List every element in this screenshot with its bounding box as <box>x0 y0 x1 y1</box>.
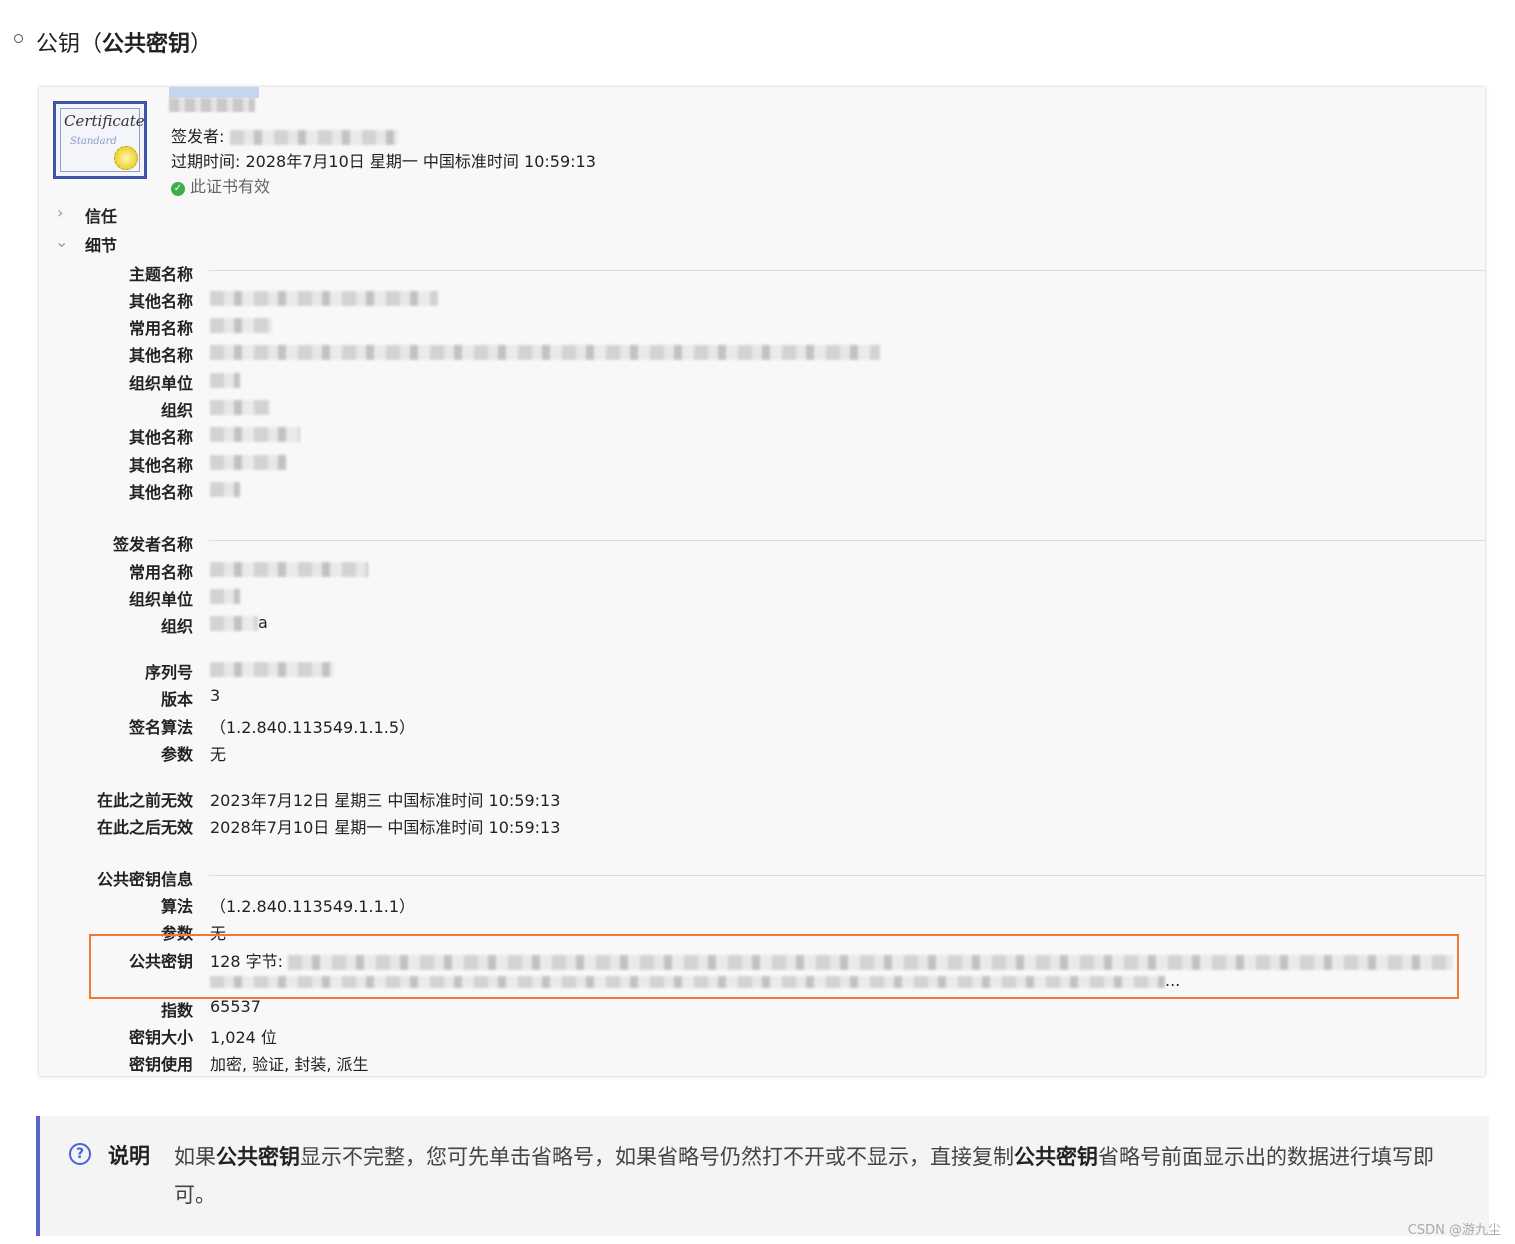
version-label: 版本 <box>160 690 193 709</box>
issuer-line: 签发者: <box>171 123 398 147</box>
key-usage-label: 密钥使用 <box>128 1055 193 1074</box>
divider <box>209 540 1485 541</box>
redacted-value <box>210 373 240 388</box>
sigalg-label: 签名算法 <box>128 718 193 737</box>
certificate-screenshot: Certificate Standard 签发者: 过期时间: 2028年7月1… <box>39 87 1485 1076</box>
field-label: 组织 <box>160 401 193 420</box>
redacted-value <box>210 427 300 442</box>
note-text: 如果公共密钥显示不完整，您可先单击省略号，如果省略号仍然打不开或不显示，直接复制… <box>174 1145 1434 1207</box>
field-label: 其他名称 <box>128 292 193 311</box>
field-label: 其他名称 <box>128 483 193 502</box>
redacted-value <box>210 291 438 306</box>
subject-header: 主题名称 <box>128 265 193 284</box>
certificate-icon: Certificate Standard <box>53 101 147 179</box>
divider <box>209 875 1485 876</box>
details-disclosure[interactable]: ⌄ 细节 <box>55 232 117 256</box>
seal-icon <box>114 146 138 170</box>
list-bullet <box>14 34 23 43</box>
title-bar <box>169 87 259 98</box>
exponent-value: 65537 <box>210 997 261 1016</box>
expiry-line: 过期时间: 2028年7月10日 星期一 中国标准时间 10:59:13 <box>171 152 596 171</box>
field-label: 常用名称 <box>128 563 193 582</box>
not-before-label: 在此之前无效 <box>96 791 193 810</box>
redacted-value <box>210 400 270 415</box>
params-value: 无 <box>210 745 227 764</box>
public-key-highlight <box>89 934 1459 999</box>
redacted-value <box>229 130 398 145</box>
field-label: 其他名称 <box>128 346 193 365</box>
redacted-value <box>210 662 334 677</box>
key-size-label: 密钥大小 <box>128 1028 193 1047</box>
params-label: 参数 <box>160 745 193 764</box>
version-value: 3 <box>210 686 221 705</box>
field-label: 常用名称 <box>128 319 193 338</box>
alg-value: （1.2.840.113549.1.1.1） <box>210 897 416 916</box>
valid-status: ✓ 此证书有效 <box>171 173 270 197</box>
pubkey-header: 公共密钥信息 <box>96 870 193 889</box>
redacted-value <box>210 318 272 333</box>
key-size-value: 1,024 位 <box>210 1028 277 1047</box>
question-icon: ? <box>69 1143 91 1165</box>
check-icon: ✓ <box>171 182 185 196</box>
divider <box>209 270 1485 271</box>
note-callout: ? 说明 如果公共密钥显示不完整，您可先单击省略号，如果省略号仍然打不开或不显示… <box>36 1116 1489 1236</box>
section-heading: 公钥（公共密钥） <box>36 32 213 57</box>
sigalg-value: （1.2.840.113549.1.1.5） <box>210 718 416 737</box>
redacted-value <box>210 345 880 360</box>
redacted-value <box>210 455 286 470</box>
key-usage-value: 加密, 验证, 封装, 派生 <box>210 1055 369 1074</box>
not-after-value: 2028年7月10日 星期一 中国标准时间 10:59:13 <box>210 818 561 837</box>
field-label: 其他名称 <box>128 428 193 447</box>
watermark: CSDN @游九尘 <box>1407 1223 1501 1238</box>
redacted-value <box>210 616 258 631</box>
field-label: 组织单位 <box>128 590 193 609</box>
not-after-label: 在此之后无效 <box>96 818 193 837</box>
redacted-value <box>210 482 240 497</box>
trust-disclosure[interactable]: › 信任 <box>57 203 117 227</box>
exponent-label: 指数 <box>160 1001 193 1020</box>
note-label: 说明 <box>108 1144 150 1168</box>
redacted-value <box>210 562 368 577</box>
issuer-header: 签发者名称 <box>112 535 193 554</box>
field-label: 组织单位 <box>128 374 193 393</box>
alg-label: 算法 <box>160 897 193 916</box>
serial-label: 序列号 <box>144 663 193 682</box>
field-label: 组织 <box>160 617 193 636</box>
field-label: 其他名称 <box>128 456 193 475</box>
certificate-name-redacted <box>169 98 255 112</box>
not-before-value: 2023年7月12日 星期三 中国标准时间 10:59:13 <box>210 791 561 810</box>
chevron-down-icon: ⌄ <box>55 232 69 251</box>
chevron-right-icon: › <box>57 203 64 222</box>
redacted-value <box>210 589 240 604</box>
